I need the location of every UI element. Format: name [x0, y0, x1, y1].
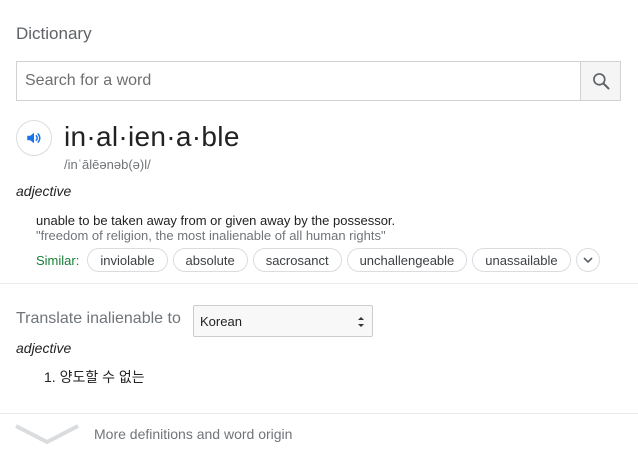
expand-similar-button[interactable] [575, 248, 600, 272]
language-select[interactable]: Korean [193, 305, 373, 337]
search-box [16, 61, 621, 101]
chevron-down-icon [582, 257, 593, 264]
headword: in·al·ien·a·ble [64, 121, 240, 152]
select-arrows-icon [358, 317, 364, 327]
more-definitions-link[interactable]: More definitions and word origin [0, 414, 638, 454]
phonetic-spelling: /inˈālēənəb(ə)l/ [64, 157, 151, 172]
search-icon [592, 73, 609, 90]
similar-chip[interactable]: unassailable [472, 248, 571, 272]
chevron-down-icon [15, 424, 79, 445]
section-divider [0, 283, 638, 284]
translation-item: 1. 양도할 수 없는 [44, 369, 145, 385]
speaker-icon [27, 132, 41, 144]
similar-chip[interactable]: inviolable [87, 248, 168, 272]
similar-words-row: Similar: inviolable absolute sacrosanct … [36, 248, 600, 272]
pronunciation-button[interactable] [16, 120, 52, 156]
card-title: Dictionary [16, 24, 92, 43]
more-definitions-label: More definitions and word origin [94, 426, 293, 442]
similar-label: Similar: [36, 252, 80, 268]
language-select-value: Korean [200, 313, 242, 329]
part-of-speech: adjective [16, 183, 72, 199]
example-sentence: "freedom of religion, the most inalienab… [36, 228, 386, 243]
similar-chip[interactable]: absolute [172, 248, 248, 272]
similar-chip[interactable]: sacrosanct [252, 248, 342, 272]
search-button[interactable] [580, 62, 620, 100]
similar-chip[interactable]: unchallengeable [346, 248, 468, 272]
definition-text: unable to be taken away from or given aw… [36, 213, 396, 228]
translate-label: Translate inalienable to [16, 310, 181, 327]
dictionary-card: Dictionary in·al·ien·a·ble /inˈālēənəb(ə… [0, 0, 638, 454]
translation-part-of-speech: adjective [16, 340, 72, 356]
search-input[interactable] [17, 62, 582, 100]
